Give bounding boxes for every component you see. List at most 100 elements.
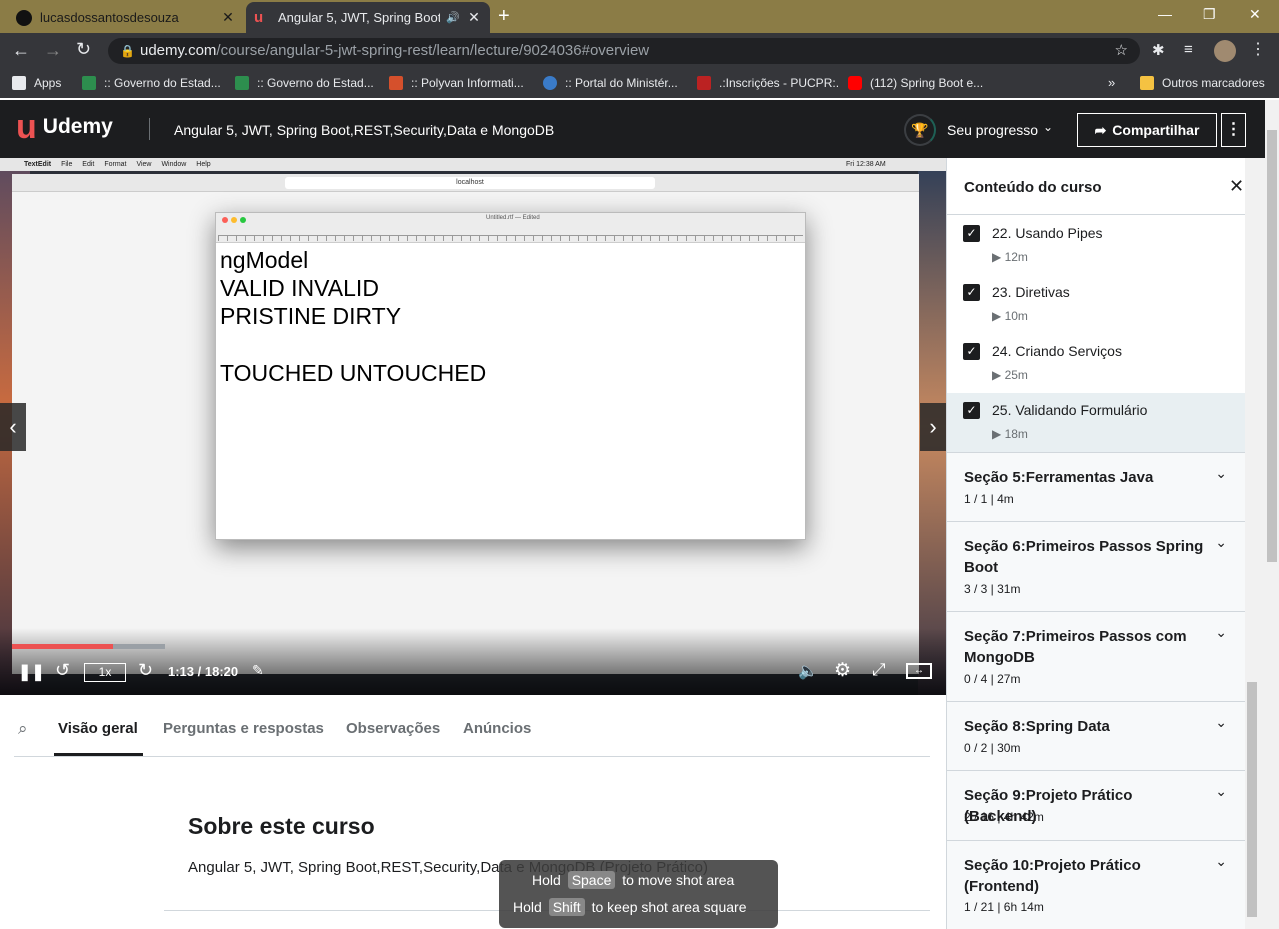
chevron-down-icon[interactable]: ⌄ — [1215, 624, 1227, 641]
chevron-down-icon[interactable]: ⌄ — [1215, 534, 1227, 551]
checkbox-icon[interactable]: ✓ — [963, 284, 980, 301]
section-item[interactable]: Seção 5:Ferramentas Java 1 / 1 | 4m ⌄ — [947, 452, 1245, 521]
bookmark-favicon-icon — [543, 76, 557, 90]
address-bar[interactable]: 🔒 udemy.com/course/angular-5-jwt-spring-… — [108, 38, 1140, 64]
minimize-icon[interactable]: — — [1158, 6, 1172, 22]
zoom-dot — [240, 217, 246, 223]
fullscreen-icon[interactable]: ⤢ — [872, 660, 886, 680]
pause-icon[interactable]: ❚❚ — [18, 662, 45, 682]
bookmark-favicon-icon — [235, 76, 249, 90]
media-icon[interactable]: ≡ — [1184, 41, 1193, 58]
page-scrollbar[interactable] — [1265, 100, 1279, 929]
doc-line: ngModel — [220, 247, 309, 273]
bookmark-other[interactable]: Outros marcadores — [1140, 76, 1265, 90]
lecture-duration: 25m — [1004, 368, 1028, 382]
window-close-icon[interactable]: ✕ — [1249, 6, 1261, 23]
section-item[interactable]: Seção 8:Spring Data 0 / 2 | 30m ⌄ — [947, 701, 1245, 770]
close-icon[interactable]: ✕ — [220, 9, 236, 26]
chevron-down-icon[interactable]: ⌄ — [1215, 714, 1227, 731]
bookmark-item[interactable]: :: Portal do Ministér... — [543, 76, 678, 90]
section-item[interactable]: Seção 9:Projeto Prático (Backend) 2 / 16… — [947, 770, 1245, 840]
lecture-duration: 12m — [1004, 250, 1028, 264]
tab-udemy[interactable]: u Angular 5, JWT, Spring Boot, 🔊 ✕ — [246, 2, 490, 33]
checkbox-icon[interactable]: ✓ — [963, 343, 980, 360]
rewind-icon[interactable]: ↺ — [55, 660, 70, 681]
forward-icon[interactable]: ↻ — [138, 660, 153, 681]
bookmark-item[interactable]: (112) Spring Boot e... — [848, 76, 983, 90]
lecture-item[interactable]: ✓ 22. Usando Pipes ▶ 12m — [947, 216, 1245, 275]
speed-button[interactable]: 1x — [84, 663, 126, 682]
progress-track[interactable] — [12, 644, 165, 649]
section-stats: 2 / 16 | 4h 42m — [964, 810, 1044, 824]
safari-url: localhost — [285, 177, 655, 189]
lock-icon: 🔒 — [120, 44, 135, 58]
bookmark-label: :: Governo do Estad... — [257, 76, 374, 90]
mac-menu-item: Edit — [82, 161, 95, 168]
close-icon[interactable]: ✕ — [466, 9, 482, 26]
chevron-down-icon[interactable]: ⌄ — [1215, 853, 1227, 870]
github-icon — [16, 9, 32, 26]
scrollbar-thumb[interactable] — [1267, 130, 1277, 562]
close-icon[interactable]: ✕ — [1229, 176, 1244, 197]
tab-overview[interactable]: Visão geral — [58, 720, 138, 737]
scrollbar-thumb[interactable] — [1247, 682, 1257, 917]
bookmarks-bar: Apps :: Governo do Estad... :: Governo d… — [0, 69, 1279, 98]
chevron-down-icon[interactable]: ⌄ — [1215, 783, 1227, 800]
lecture-item-active[interactable]: ✓ 25. Validando Formulário ▶ 18m — [947, 393, 1245, 452]
share-button[interactable]: ➦ Compartilhar — [1077, 113, 1217, 147]
bookmark-item[interactable]: .:Inscrições - PUCPR:. — [697, 76, 839, 90]
divider — [149, 118, 150, 140]
expand-icon[interactable]: ↔ — [906, 663, 932, 679]
mac-menu-item: TextEdit — [24, 161, 52, 168]
note-icon[interactable]: ✎ — [252, 662, 264, 679]
back-icon[interactable]: ← — [12, 40, 30, 61]
volume-icon[interactable]: 🔈 — [798, 661, 818, 681]
bookmark-favicon-icon — [82, 76, 96, 90]
section-item[interactable]: Seção 10:Projeto Prático (Frontend) 1 / … — [947, 840, 1245, 929]
star-icon[interactable]: ☆ — [1115, 38, 1128, 64]
speaker-icon[interactable]: 🔊 — [446, 11, 460, 24]
lecture-item[interactable]: ✓ 24. Criando Serviços ▶ 25m — [947, 334, 1245, 393]
bookmark-item[interactable]: :: Governo do Estad... — [82, 76, 221, 90]
tab-qa[interactable]: Perguntas e respostas — [163, 720, 324, 737]
settings-icon[interactable]: ⚙ — [834, 659, 851, 682]
prev-lecture-button[interactable]: ‹ — [0, 403, 26, 451]
video-player[interactable]: TextEdit File Edit Format View Window He… — [0, 158, 946, 695]
course-title[interactable]: Angular 5, JWT, Spring Boot,REST,Securit… — [174, 122, 554, 138]
bookmark-item[interactable]: :: Governo do Estad... — [235, 76, 374, 90]
forward-icon[interactable]: → — [44, 40, 62, 61]
menu-icon[interactable]: ⋮ — [1250, 39, 1266, 59]
lecture-title: 22. Usando Pipes — [992, 225, 1103, 241]
search-icon[interactable]: ⌕ — [18, 719, 28, 739]
next-lecture-button[interactable]: › — [920, 403, 946, 451]
url-host: udemy.com — [140, 42, 217, 59]
more-options-button[interactable]: ⋮ — [1221, 113, 1246, 147]
restore-icon[interactable]: ❐ — [1203, 6, 1216, 23]
new-tab-icon[interactable]: + — [498, 5, 510, 28]
chevron-down-icon[interactable]: ⌄ — [1043, 120, 1053, 134]
mac-menu-item: View — [136, 161, 152, 168]
tab-notes[interactable]: Observações — [346, 720, 440, 737]
section-item[interactable]: Seção 7:Primeiros Passos com MongoDB 0 /… — [947, 611, 1245, 701]
lecture-item[interactable]: ✓ 23. Diretivas ▶ 10m — [947, 275, 1245, 334]
avatar[interactable] — [1214, 40, 1236, 62]
bookmark-apps[interactable]: Apps — [12, 76, 61, 90]
section-item[interactable]: Seção 6:Primeiros Passos Spring Boot 3 /… — [947, 521, 1245, 611]
bookmark-item[interactable]: :: Polyvan Informati... — [389, 76, 524, 90]
checkbox-icon[interactable]: ✓ — [963, 402, 980, 419]
more-bookmarks-icon[interactable]: » — [1108, 75, 1115, 90]
reload-icon[interactable]: ↻ — [76, 39, 91, 60]
tab-announcements[interactable]: Anúncios — [463, 720, 531, 737]
tab-github[interactable]: lucasdossantosdesouza ✕ — [8, 2, 244, 33]
progress-label[interactable]: Seu progresso — [947, 122, 1038, 138]
checkbox-icon[interactable]: ✓ — [963, 225, 980, 242]
extensions-icon[interactable]: ✱ — [1152, 41, 1165, 59]
chevron-down-icon[interactable]: ⌄ — [1215, 465, 1227, 482]
section-stats: 1 / 1 | 4m — [964, 492, 1014, 506]
bookmark-label: :: Portal do Ministér... — [565, 76, 678, 90]
udemy-logo[interactable]: u Udemy — [16, 110, 113, 144]
doc-line: VALID INVALID — [220, 275, 379, 301]
video-controls: ❚❚ ↺ 1x ↻ 1:13 / 18:20 ✎ 🔈 ⚙ ⤢ ↔ — [0, 628, 946, 695]
doc-line: TOUCHED UNTOUCHED — [220, 360, 487, 386]
lecture-title: 23. Diretivas — [992, 284, 1070, 300]
